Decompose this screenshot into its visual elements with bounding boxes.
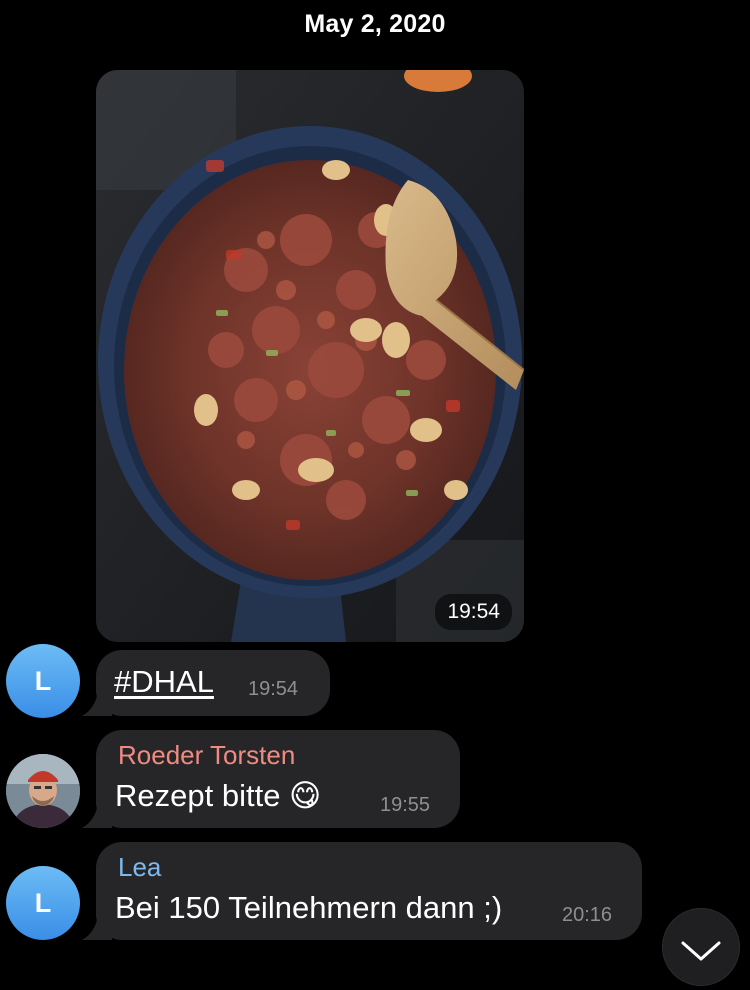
bubble-tail [82,690,112,716]
message-bubble[interactable]: Lea Bei 150 Teilnehmern dann ;) 20:16 [82,842,642,940]
hashtag-link[interactable]: #DHAL [114,664,214,700]
avatar[interactable]: L [6,866,80,940]
sender-name[interactable]: Lea [118,852,161,883]
chevron-down-icon [681,941,721,961]
photo-of-cooking-pan [96,70,524,642]
bubble-tail [82,914,112,940]
avatar-letter: L [34,665,52,696]
message-bubble[interactable]: Roeder Torsten Rezept bitte 😋 19:55 [82,730,460,828]
date-header: May 2, 2020 [304,10,446,38]
avatar-letter: L [34,887,52,918]
message-time: 19:55 [380,794,431,816]
scroll-to-bottom-button[interactable] [662,908,740,986]
message-time: 19:54 [248,678,299,700]
photo-message[interactable]: 19:54 [96,70,524,642]
message-bubble[interactable]: #DHAL 19:54 [82,650,330,716]
message-time: 19:54 [435,594,512,630]
profile-photo [6,754,80,828]
message-text: Bei 150 Teilnehmern dann ;) [115,890,503,925]
avatar[interactable]: L [6,644,80,718]
message-time: 20:16 [562,904,613,926]
avatar[interactable] [6,754,80,828]
sender-name[interactable]: Roeder Torsten [118,740,295,771]
message-text: Rezept bitte 😋 [115,778,322,813]
bubble-tail [82,802,112,828]
